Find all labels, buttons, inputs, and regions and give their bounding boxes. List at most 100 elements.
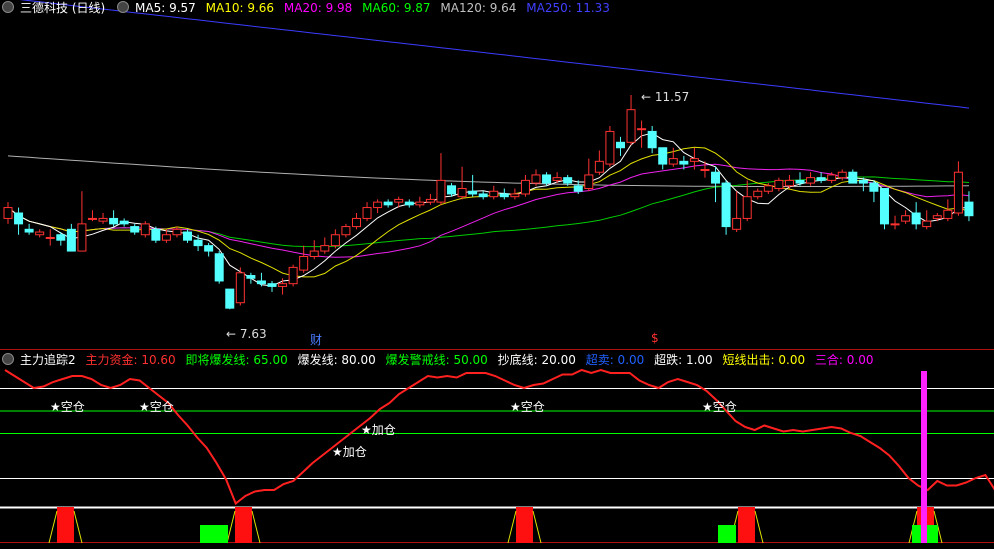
main-chart-header: 三德科技 (日线) MA5: 9.57 MA10: 9.66 MA20: 9.9… bbox=[0, 0, 616, 16]
baofa-jingjie-label: 爆发警戒线: 50.00 bbox=[385, 353, 488, 367]
candle-body bbox=[943, 209, 953, 219]
ma5-line bbox=[7, 132, 970, 287]
candle-body bbox=[626, 109, 636, 143]
candle-body bbox=[848, 171, 858, 184]
candle-body bbox=[658, 147, 668, 165]
candle-body bbox=[404, 201, 414, 206]
kongcang-signal: ★空仓 bbox=[50, 400, 85, 414]
candle-body bbox=[235, 272, 245, 304]
candle-body bbox=[246, 275, 256, 279]
jiacang-signal: ★加仓 bbox=[361, 423, 396, 437]
candle-body bbox=[932, 215, 942, 219]
candle-body bbox=[225, 288, 235, 309]
jijiang-baofa-label: 即将爆发线: 65.00 bbox=[185, 353, 288, 367]
candle-body bbox=[605, 130, 615, 165]
candle-body bbox=[879, 188, 889, 225]
candle-body bbox=[98, 217, 108, 222]
candle-body bbox=[415, 201, 425, 206]
candle-body bbox=[753, 190, 763, 198]
candle-body bbox=[953, 171, 963, 214]
candle-body bbox=[647, 130, 657, 149]
candle-body bbox=[520, 179, 530, 195]
candle-body bbox=[668, 158, 678, 165]
candle-body bbox=[531, 174, 541, 184]
candle-body bbox=[563, 177, 573, 184]
ma250-line bbox=[19, 0, 970, 109]
indicator-toggle-icon[interactable] bbox=[2, 353, 14, 365]
candle-body bbox=[721, 182, 731, 228]
earnings-marker[interactable]: 财 bbox=[310, 331, 322, 348]
settings-toggle-icon[interactable] bbox=[2, 1, 14, 13]
candle-body bbox=[425, 198, 435, 203]
ma20-label: MA20: 9.98 bbox=[283, 1, 353, 15]
kongcang-signal: ★空仓 bbox=[702, 400, 737, 414]
candle-body bbox=[584, 174, 594, 190]
signal-bar bbox=[516, 507, 533, 543]
candle-body bbox=[552, 177, 562, 181]
candle-body bbox=[837, 171, 847, 179]
candle-body bbox=[436, 179, 446, 203]
sanhe-spike bbox=[921, 371, 927, 543]
candle-body bbox=[489, 190, 499, 198]
dividend-marker[interactable]: $ bbox=[651, 331, 659, 345]
indicator-title: 主力追踪2 bbox=[20, 353, 76, 367]
signal-bar bbox=[200, 525, 228, 543]
candle-body bbox=[468, 190, 478, 195]
candle-body bbox=[109, 217, 119, 225]
candle-body bbox=[383, 201, 393, 206]
candle-body bbox=[637, 128, 647, 131]
signal-bar bbox=[738, 507, 755, 543]
zhuli-zijin-line bbox=[4, 368, 994, 506]
candle-body bbox=[299, 255, 309, 271]
candle-body bbox=[214, 253, 224, 282]
candle-body bbox=[869, 182, 879, 192]
candle-body bbox=[700, 168, 710, 171]
ma5-label: MA5: 9.57 bbox=[135, 1, 196, 15]
ma-toggle-icon[interactable] bbox=[117, 1, 130, 13]
chaodi-label: 抄底线: 20.00 bbox=[497, 353, 576, 367]
candle-body bbox=[24, 228, 34, 233]
candle-body bbox=[510, 193, 520, 198]
candle-body bbox=[151, 228, 161, 241]
ma250-label: MA250: 11.33 bbox=[526, 1, 610, 15]
candle-body bbox=[351, 217, 361, 228]
candle-body bbox=[394, 198, 404, 203]
kongcang-signal: ★空仓 bbox=[510, 400, 545, 414]
signal-bar bbox=[235, 507, 252, 543]
candle-body bbox=[77, 223, 87, 252]
candle-body bbox=[922, 220, 932, 228]
signal-bar bbox=[57, 507, 74, 543]
zhuli-zijin-label: 主力资金: 10.60 bbox=[85, 353, 176, 367]
candle-body bbox=[689, 158, 699, 162]
candle-body bbox=[373, 201, 383, 209]
candle-body bbox=[256, 280, 266, 285]
candle-body bbox=[183, 231, 193, 241]
candle-body bbox=[573, 185, 583, 192]
signal-bar bbox=[718, 525, 736, 543]
candle-body bbox=[742, 196, 752, 219]
candle-body bbox=[161, 234, 171, 241]
duanxian-label: 短线出击: 0.00 bbox=[722, 353, 806, 367]
candle-body bbox=[478, 193, 488, 198]
stock-title: 三德科技 (日线) bbox=[20, 1, 106, 15]
sanhe-label: 三合: 0.00 bbox=[814, 353, 874, 367]
candle-body bbox=[267, 283, 277, 287]
candle-body bbox=[172, 228, 182, 236]
candle-body bbox=[795, 179, 805, 184]
ma60-label: MA60: 9.87 bbox=[362, 1, 431, 15]
candle-body bbox=[320, 245, 330, 252]
candle-body bbox=[204, 245, 214, 252]
chaodie-label: 超跌: 1.00 bbox=[654, 353, 713, 367]
candle-body bbox=[14, 212, 24, 225]
candle-body bbox=[911, 212, 921, 225]
candle-body bbox=[457, 188, 467, 198]
candle-body bbox=[56, 234, 66, 241]
candle-body bbox=[119, 220, 129, 225]
ma10-label: MA10: 9.66 bbox=[205, 1, 275, 15]
kongcang-signal: ★空仓 bbox=[139, 400, 174, 414]
candle-body bbox=[362, 207, 372, 219]
candle-body bbox=[130, 226, 140, 233]
candle-body bbox=[816, 177, 826, 181]
indicator-header: 主力追踪2 主力资金: 10.60 即将爆发线: 65.00 爆发线: 80.0… bbox=[0, 352, 880, 368]
candle-body bbox=[890, 223, 900, 226]
